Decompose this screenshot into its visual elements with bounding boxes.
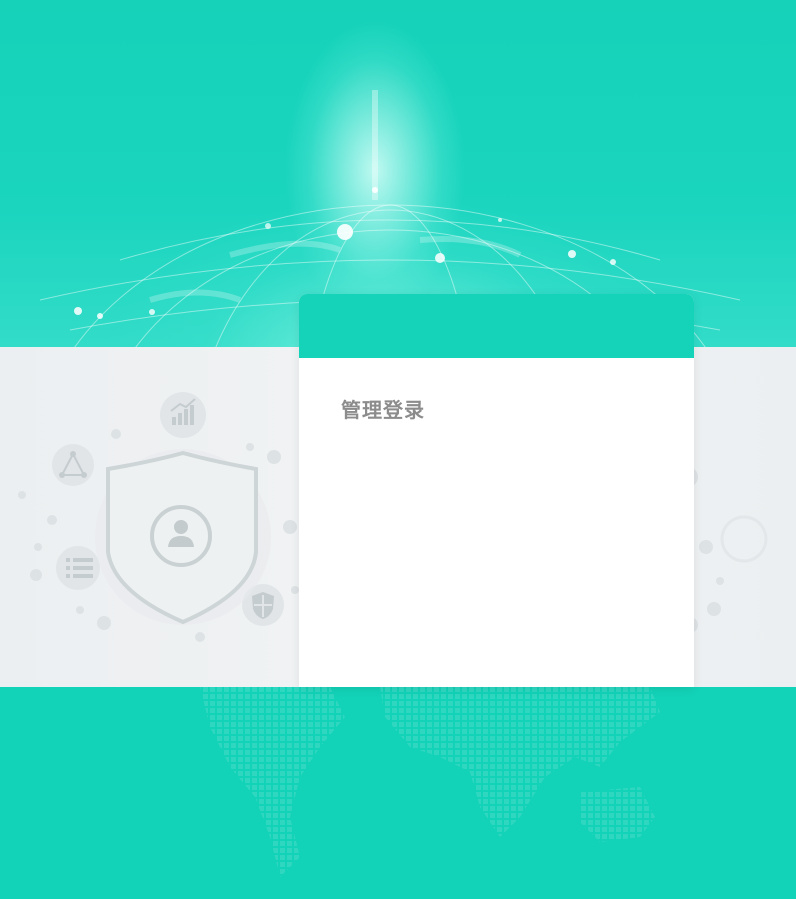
chart-icon [160, 392, 206, 438]
security-illustration [18, 392, 299, 642]
network-triangle-icon [52, 444, 94, 486]
shield-user-icon [95, 449, 271, 625]
world-map-dots-graphic [200, 687, 660, 877]
login-card: 管理登录 [299, 294, 694, 687]
footer-background [0, 687, 796, 899]
right-decoration [694, 469, 768, 632]
login-card-header [299, 294, 694, 358]
list-icon [56, 546, 100, 590]
login-title: 管理登录 [341, 398, 425, 422]
